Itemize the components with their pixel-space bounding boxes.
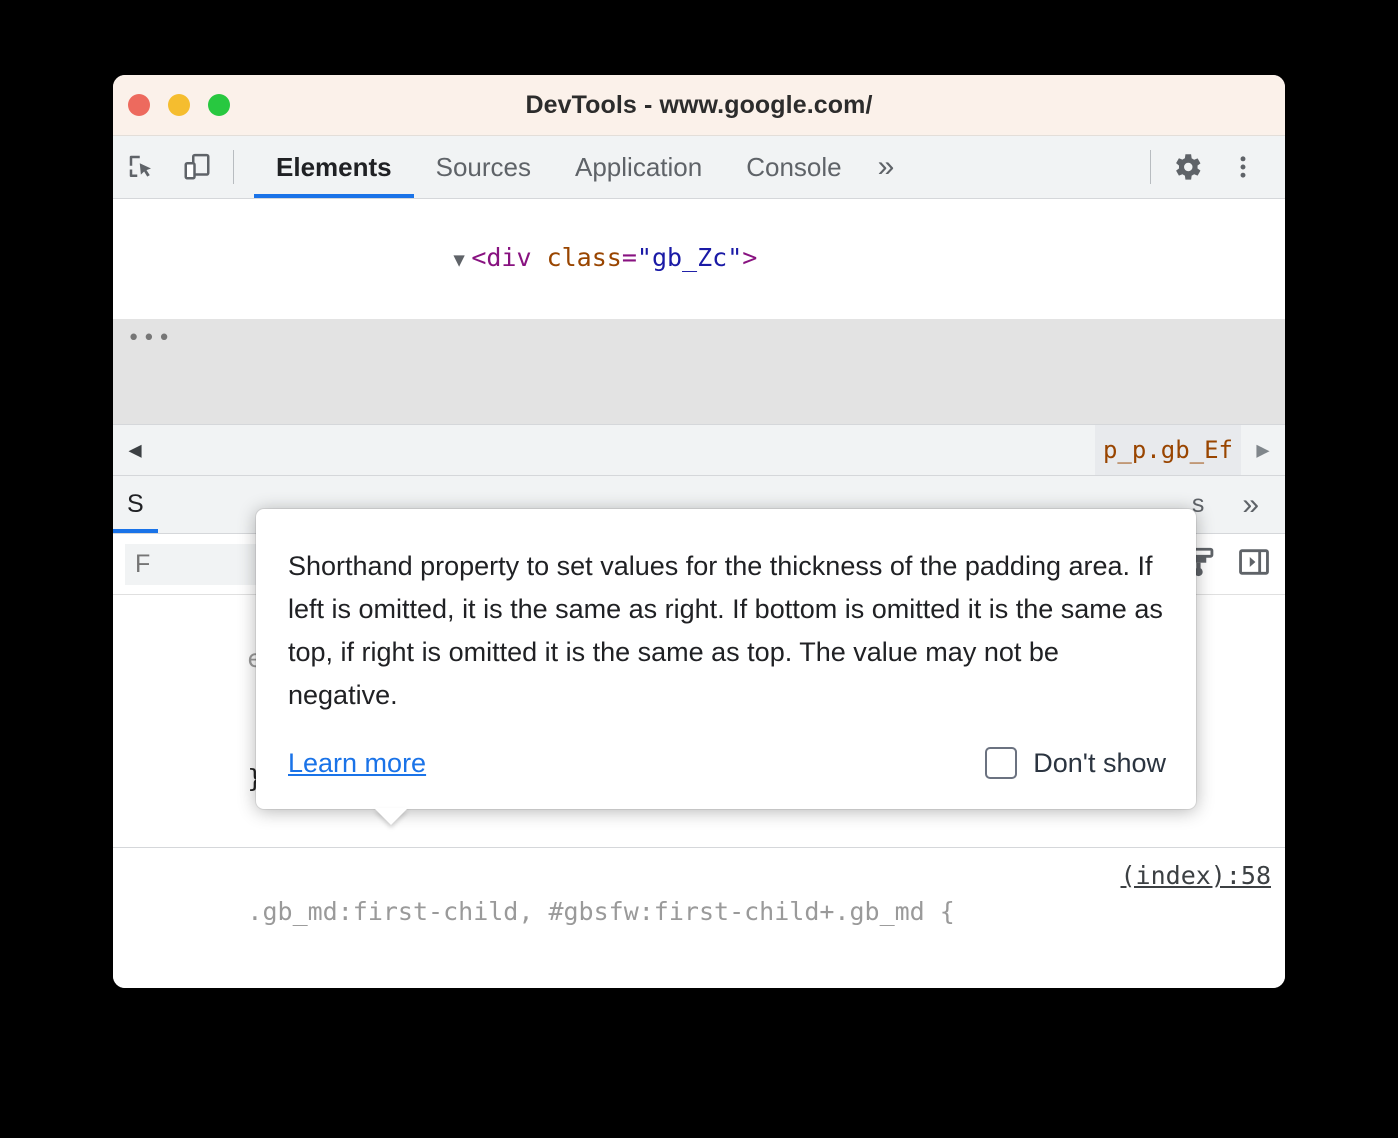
property-documentation-tooltip: Shorthand property to set values for the… — [256, 509, 1196, 809]
dom-row[interactable]: ▼<div class="gb_Zc"> — [113, 199, 1285, 319]
tab-sources-label: Sources — [436, 152, 531, 183]
window-titlebar: DevTools - www.google.com/ — [113, 75, 1285, 136]
dom-attr-name: class — [547, 243, 622, 272]
gear-icon[interactable] — [1159, 136, 1215, 198]
toggle-sidebar-icon[interactable] — [1237, 545, 1271, 584]
tab-elements-label: Elements — [276, 152, 392, 183]
tab-console[interactable]: Console — [724, 136, 863, 198]
dom-tag-close-bracket: > — [742, 243, 757, 272]
kebab-menu-icon[interactable] — [1215, 136, 1271, 198]
dom-tree[interactable]: ▼<div class="gb_Zc"> ••• ▶<div class="gb… — [113, 199, 1285, 425]
dom-tag-open: <div — [471, 243, 546, 272]
devtools-window: DevTools - www.google.com/ Elements Sour… — [113, 75, 1285, 988]
devtools-toolbar: Elements Sources Application Console » — [113, 136, 1285, 199]
device-toolbar-icon[interactable] — [169, 136, 225, 198]
more-styles-tabs-icon[interactable]: » — [1228, 488, 1273, 522]
panel-tabs: Elements Sources Application Console » — [254, 136, 908, 198]
tab-console-label: Console — [746, 152, 841, 183]
tab-application-label: Application — [575, 152, 702, 183]
tooltip-footer: Learn more Don't show — [288, 747, 1166, 779]
chevron-left-icon[interactable]: ◀ — [113, 425, 157, 475]
dom-row-selected[interactable]: ••• ▶<div class="gb_K gb_md gb_p gb_Ef" … — [113, 319, 1285, 425]
window-title: DevTools - www.google.com/ — [113, 91, 1285, 120]
toolbar-divider-2 — [1150, 150, 1151, 184]
dom-equals: = — [622, 243, 637, 272]
tab-elements[interactable]: Elements — [254, 136, 414, 198]
tooltip-tail — [374, 808, 408, 825]
tooltip-body-text: Shorthand property to set values for the… — [288, 545, 1166, 717]
more-tabs-chevron-icon[interactable]: » — [864, 136, 909, 198]
dom-gutter-badge[interactable]: ••• — [127, 319, 173, 358]
dont-show-control[interactable]: Don't show — [985, 747, 1166, 779]
style-source-link[interactable]: (index):58 — [1120, 856, 1271, 896]
tab-sources[interactable]: Sources — [414, 136, 553, 198]
learn-more-link[interactable]: Learn more — [288, 748, 426, 779]
tab-styles[interactable]: S — [113, 476, 158, 533]
dom-attr-value: "gb_Zc" — [637, 243, 742, 272]
breadcrumb: ◀ p_p.gb_Ef ▶ — [113, 425, 1285, 476]
tab-application[interactable]: Application — [553, 136, 724, 198]
toolbar-divider — [233, 150, 234, 184]
rule-selector-text: .gb_md:first-child, #gbsfw:first-child+.… — [247, 897, 954, 926]
rule-selector[interactable]: .gb_md:first-child, #gbsfw:first-child+.… — [113, 852, 1285, 988]
dont-show-checkbox[interactable] — [985, 747, 1017, 779]
dont-show-label: Don't show — [1033, 748, 1166, 779]
inspect-element-icon[interactable] — [113, 136, 169, 198]
expand-triangle-icon[interactable]: ▼ — [453, 241, 471, 280]
chevron-right-icon[interactable]: ▶ — [1241, 425, 1285, 475]
gb-md-first-child-rule[interactable]: .gb_md:first-child, #gbsfw:first-child+.… — [113, 848, 1285, 988]
toolbar-right-actions — [1142, 136, 1285, 198]
breadcrumb-item[interactable]: p_p.gb_Ef — [1095, 425, 1241, 475]
